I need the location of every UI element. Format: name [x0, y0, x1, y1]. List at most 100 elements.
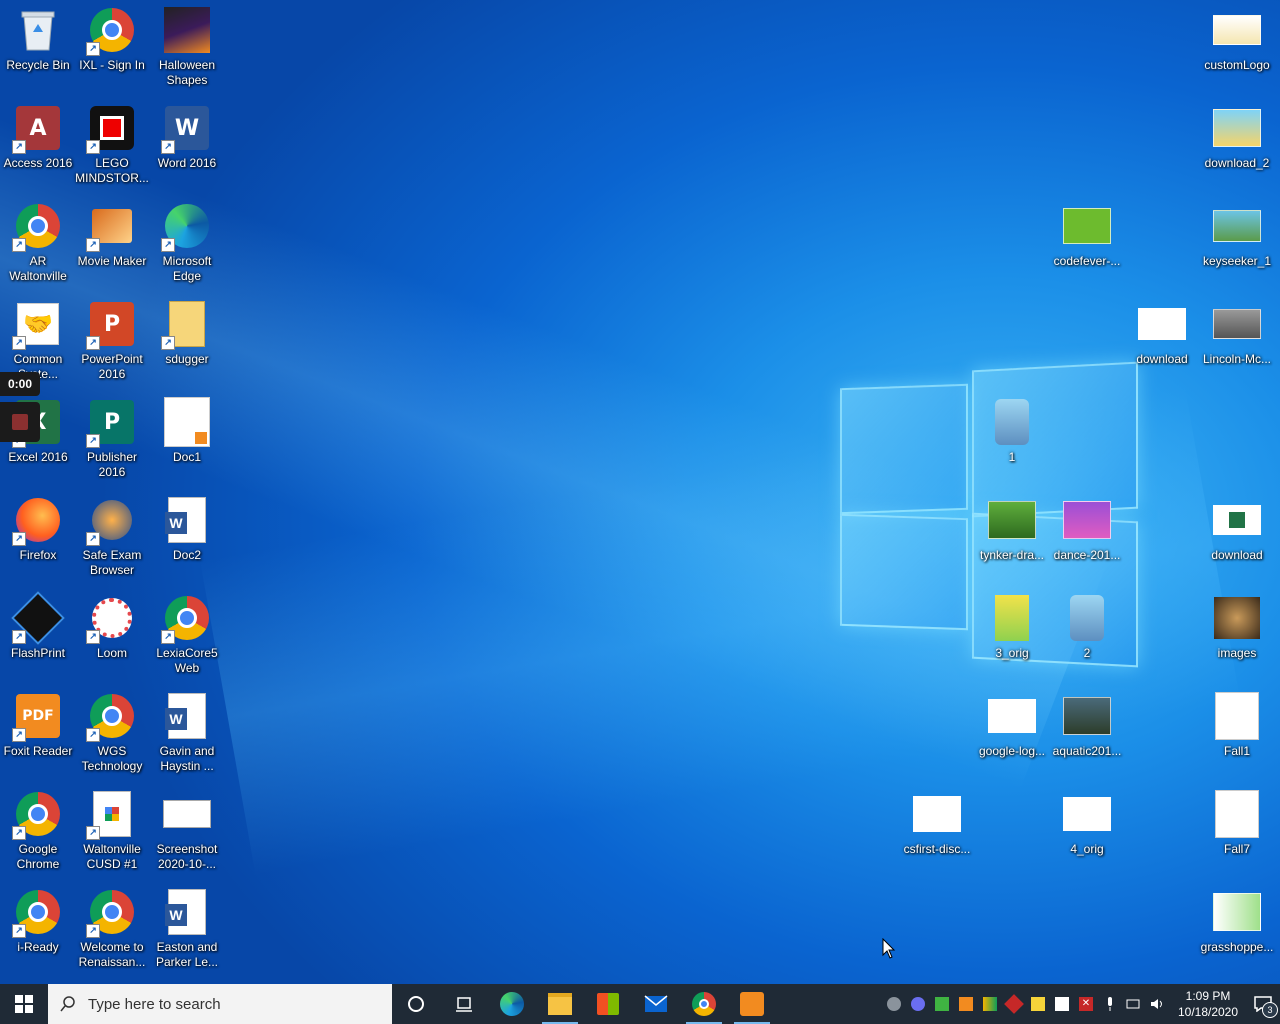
desktop-icon-fall7[interactable]: Fall7 [1199, 784, 1275, 857]
desktop-icon-google-chrome[interactable]: ↗ Google Chrome [0, 784, 76, 872]
desktop-icon-grasshopper[interactable]: grasshoppe... [1199, 882, 1275, 955]
desktop-icon-google-logo[interactable]: google-log... [974, 686, 1050, 759]
chrome-icon: ↗ [12, 888, 62, 938]
desktop-icon-ar-waltonville[interactable]: ↗ AR Waltonville [0, 196, 76, 284]
desktop-icon-easton-parker[interactable]: W Easton and Parker Le... [149, 882, 225, 970]
desktop-icon-access[interactable]: A ↗ Access 2016 [0, 98, 76, 171]
tray-snowflake[interactable] [906, 984, 930, 1024]
image-thumb-icon [1213, 888, 1261, 936]
clock-date: 10/18/2020 [1177, 1005, 1239, 1019]
desktop-icon-lincoln[interactable]: Lincoln-Mc... [1199, 294, 1275, 367]
desktop-icon-gavin-haystin[interactable]: W Gavin and Haystin ... [149, 686, 225, 774]
desktop-icon-wgs-technology[interactable]: ↗ WGS Technology [74, 686, 150, 774]
movie-maker-icon: ↗ [86, 202, 136, 252]
tray-shield[interactable] [1050, 984, 1074, 1024]
desktop-icon-keyseeker[interactable]: keyseeker_1 [1199, 196, 1275, 269]
taskbar-mail[interactable] [632, 984, 680, 1024]
desktop-icon-word[interactable]: W ↗ Word 2016 [149, 98, 225, 171]
desktop-icon-lexiacore5[interactable]: ↗ LexiaCore5 Web [149, 588, 225, 676]
desktop-icon-dance[interactable]: dance-201... [1049, 490, 1125, 563]
excel-thumb-icon [1213, 496, 1261, 544]
desktop-icon-tynker[interactable]: tynker-dra... [974, 490, 1050, 563]
desktop-icon-screenshot[interactable]: Screenshot 2020-10-... [149, 784, 225, 872]
desktop-icon-doc2[interactable]: W Doc2 [149, 490, 225, 563]
word-doc-icon: W [163, 496, 211, 544]
orange-app-icon [959, 997, 973, 1011]
desktop-icon-i-ready[interactable]: ↗ i-Ready [0, 882, 76, 955]
desktop-icon-doc1[interactable]: Doc1 [149, 392, 225, 465]
taskbar-chrome[interactable] [680, 984, 728, 1024]
desktop-icon-download[interactable]: download [1124, 294, 1200, 367]
desktop-icon-3-orig[interactable]: 3_orig [974, 588, 1050, 661]
start-button[interactable] [0, 984, 48, 1024]
colorful-app-icon [983, 997, 997, 1011]
desktop-icon-lego-mindstorms[interactable]: ↗ LEGO MINDSTOR... [74, 98, 150, 186]
desktop-icon-waltonville-cusd[interactable]: ↗ Waltonville CUSD #1 [74, 784, 150, 872]
cortana-button[interactable] [392, 984, 440, 1024]
tray-microphone[interactable] [1098, 984, 1122, 1024]
store-icon [597, 993, 619, 1015]
tray-network[interactable] [1122, 984, 1146, 1024]
tray-colorful-app[interactable] [978, 984, 1002, 1024]
tray-security[interactable]: ✕ [1074, 984, 1098, 1024]
tray-red-app[interactable] [1002, 984, 1026, 1024]
desktop-icon-aquatic[interactable]: aquatic201... [1049, 686, 1125, 759]
chrome-icon: ↗ [12, 790, 62, 840]
desktop-icon-download-xlsx[interactable]: download [1199, 490, 1275, 563]
taskbar-file-explorer[interactable] [536, 984, 584, 1024]
desktop-icon-foxit-reader[interactable]: PDF ↗ Foxit Reader [0, 686, 76, 759]
tray-orange-app[interactable] [954, 984, 978, 1024]
taskbar-search-box[interactable]: Type here to search [48, 984, 392, 1024]
desktop-icon-images[interactable]: images [1199, 588, 1275, 661]
taskbar-foxit[interactable] [728, 984, 776, 1024]
desktop-icon-powerpoint[interactable]: P ↗ PowerPoint 2016 [74, 294, 150, 382]
desktop-icon-ixl[interactable]: ↗ IXL - Sign In [74, 0, 150, 73]
desktop-icon-flashprint[interactable]: ↗ FlashPrint [0, 588, 76, 661]
desktop-icon-fall1[interactable]: Fall1 [1199, 686, 1275, 759]
desktop-icon-codefever[interactable]: codefever-... [1049, 196, 1125, 269]
desktop-icon-2[interactable]: 2 [1049, 588, 1125, 661]
taskbar-edge[interactable] [488, 984, 536, 1024]
shield-icon [1055, 997, 1069, 1011]
handshake-icon: 🤝 ↗ [12, 300, 62, 350]
desktop-icon-1[interactable]: 1 [974, 392, 1050, 465]
desktop-icon-customlogo[interactable]: customLogo [1199, 0, 1275, 73]
desktop-icon-halloween-shapes[interactable]: Halloween Shapes [149, 0, 225, 88]
image-thumb-icon [1063, 692, 1111, 740]
snowflake-icon [911, 997, 925, 1011]
desktop-icon-recycle-bin[interactable]: Recycle Bin [0, 0, 76, 73]
taskbar-clock[interactable]: 1:09 PM 10/18/2020 [1170, 988, 1246, 1020]
desktop-icon-csfirst[interactable]: csfirst-disc... [899, 784, 975, 857]
desktop-icon-microsoft-edge[interactable]: ↗ Microsoft Edge [149, 196, 225, 284]
edge-icon [500, 992, 524, 1016]
task-view-button[interactable] [440, 984, 488, 1024]
cortana-icon [408, 996, 424, 1012]
desktop-icon-firefox[interactable]: ↗ Firefox [0, 490, 76, 563]
desktop-icon-welcome-renaissance[interactable]: ↗ Welcome to Renaissan... [74, 882, 150, 970]
safe-exam-icon: ↗ [86, 496, 136, 546]
chrome-icon [692, 992, 716, 1016]
stop-recording-button[interactable] [0, 402, 40, 442]
folder-icon: ↗ [161, 300, 211, 350]
action-center-button[interactable]: 3 [1246, 984, 1280, 1024]
mouse-cursor-icon [882, 938, 896, 959]
desktop-icon-safe-exam-browser[interactable]: ↗ Safe Exam Browser [74, 490, 150, 578]
search-icon [60, 996, 75, 1012]
recording-timer: 0:00 [0, 372, 40, 396]
tray-skype[interactable] [882, 984, 906, 1024]
desktop-icon-movie-maker[interactable]: ↗ Movie Maker [74, 196, 150, 269]
desktop-icon-common-system[interactable]: 🤝↗ Common Syste... [0, 294, 76, 382]
tray-green-app[interactable] [930, 984, 954, 1024]
taskbar-store[interactable] [584, 984, 632, 1024]
desktop-icon-publisher[interactable]: P ↗ Publisher 2016 [74, 392, 150, 480]
desktop-icon-loom[interactable]: ↗ Loom [74, 588, 150, 661]
desktop-icon-sdugger[interactable]: ↗ sdugger [149, 294, 225, 367]
tray-volume[interactable] [1146, 984, 1170, 1024]
stop-icon [12, 414, 28, 430]
desktop-icon-4-orig[interactable]: 4_orig [1049, 784, 1125, 857]
desktop-icon-download-2[interactable]: download_2 [1199, 98, 1275, 171]
publisher-icon: P ↗ [86, 398, 136, 448]
image-thumb-icon [1213, 692, 1261, 740]
google-doc-icon: ↗ [86, 790, 136, 840]
tray-yellow-app[interactable] [1026, 984, 1050, 1024]
